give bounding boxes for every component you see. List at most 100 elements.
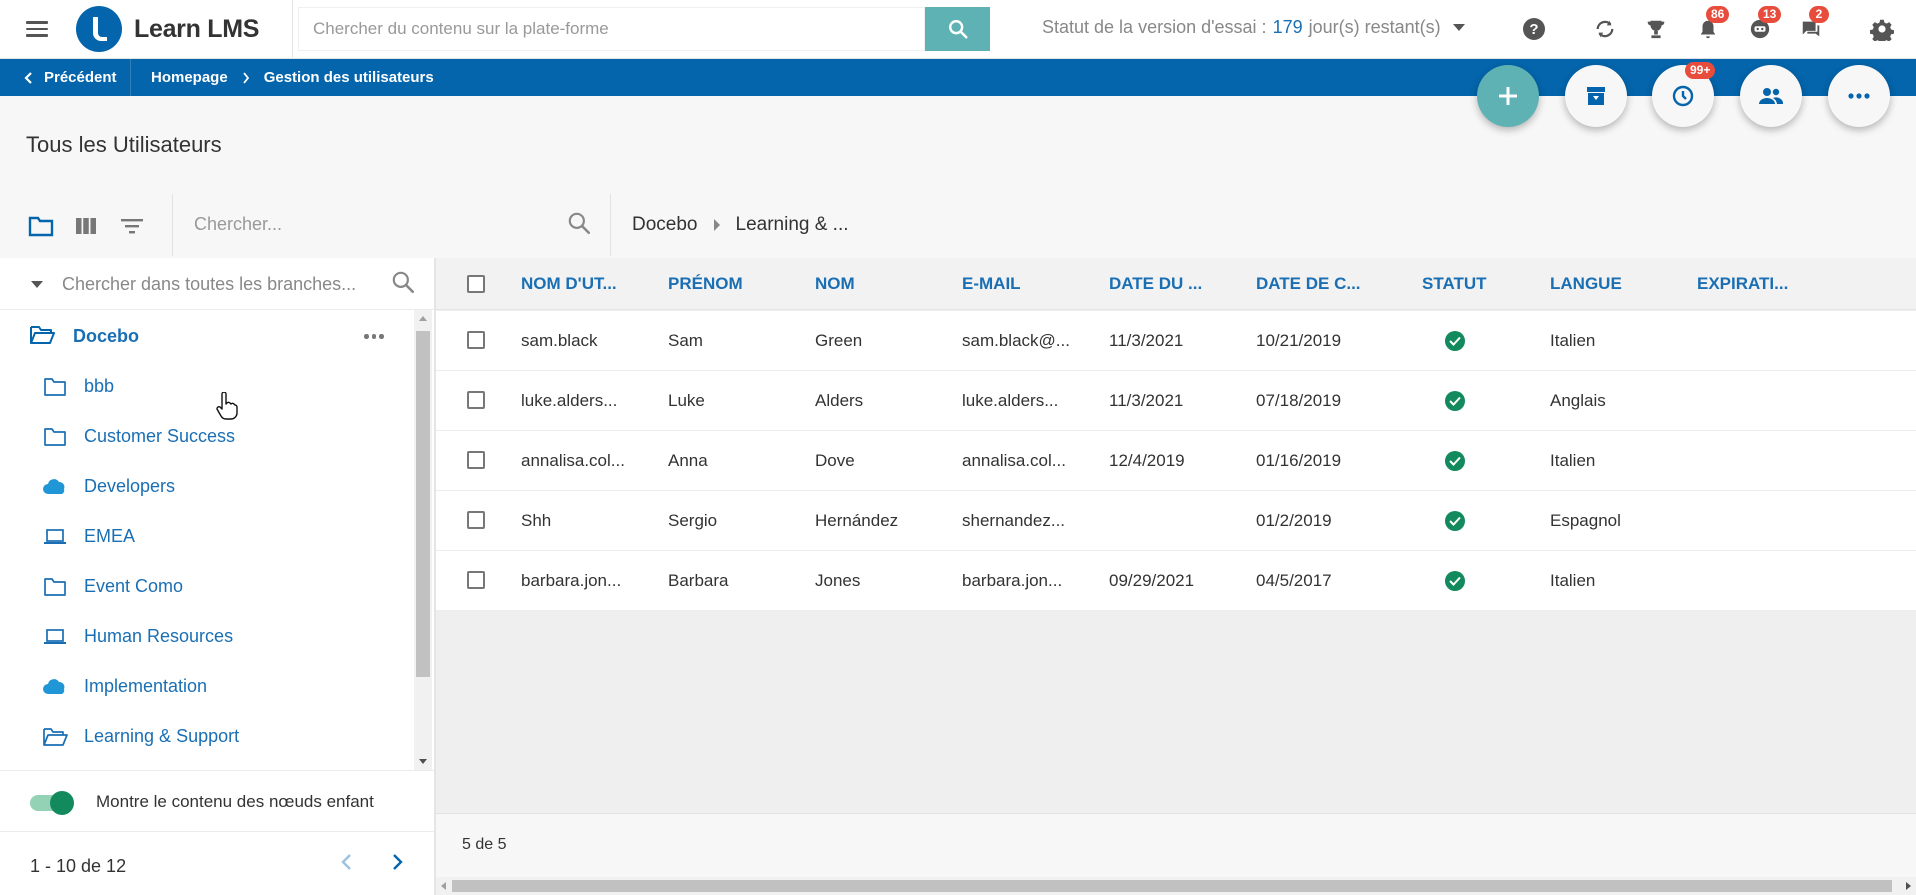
chevron-down-icon — [1452, 24, 1465, 31]
tree-branch[interactable]: Developers — [0, 462, 415, 512]
columns-icon[interactable] — [72, 212, 100, 240]
search-icon[interactable] — [390, 269, 416, 300]
column-header-username[interactable]: NOM D'UT... — [521, 274, 617, 294]
global-search-input[interactable]: Chercher du contenu sur la plate-forme — [298, 7, 925, 51]
add-button[interactable] — [1477, 65, 1539, 127]
table-row[interactable]: Shh Sergio Hernández shernandez... 01/2/2019… — [436, 491, 1916, 551]
gear-icon[interactable] — [1868, 15, 1896, 43]
more-options-icon[interactable] — [364, 334, 384, 339]
chat-badge: 2 — [1809, 6, 1829, 23]
logo[interactable]: Learn LMS — [76, 6, 259, 52]
global-search-button[interactable] — [925, 7, 990, 51]
archive-button[interactable] — [1565, 65, 1627, 127]
cell-first: Sam — [668, 331, 703, 350]
scroll-up-icon[interactable] — [419, 316, 427, 321]
show-child-nodes-toggle[interactable] — [30, 791, 74, 815]
divider — [610, 194, 611, 256]
table-row[interactable]: sam.black Sam Green sam.black@... 11/3/2021 1… — [436, 311, 1916, 371]
breadcrumb-bar: Précédent Homepage Gestion des utilisate… — [0, 59, 1916, 96]
select-all-checkbox[interactable] — [467, 275, 485, 293]
tree-branch[interactable]: Learning & Support — [0, 712, 415, 762]
folder-view-icon[interactable] — [27, 212, 55, 240]
users-search-input[interactable]: Chercher... — [194, 214, 282, 235]
cell-last: Dove — [815, 451, 855, 470]
cell-lang: Italien — [1550, 331, 1596, 350]
branch-path: Docebo Learning & ... — [632, 214, 849, 236]
tree-branch-label: Implementation — [84, 676, 208, 696]
cell-email: barbara.jon... — [962, 571, 1063, 590]
users-icon — [1759, 88, 1784, 104]
cell-lang: Espagnol — [1550, 511, 1621, 530]
more-actions-button[interactable] — [1828, 65, 1890, 127]
tree-branch[interactable]: Human Resources — [0, 612, 415, 662]
users-search-placeholder: Chercher... — [194, 214, 283, 234]
tree-branch-label: EMEA — [84, 526, 136, 546]
tree-branch[interactable]: bbb — [0, 362, 415, 412]
breadcrumb-current: Gestion des utilisateurs — [263, 69, 434, 86]
column-header-date2[interactable]: DATE DE C... — [1256, 274, 1361, 294]
status-active-icon — [1445, 451, 1465, 471]
scrollbar-thumb[interactable] — [452, 880, 1892, 892]
scrollbar-thumb[interactable] — [416, 331, 430, 677]
groups-button[interactable] — [1740, 65, 1802, 127]
tree-branch[interactable]: Customer Success — [0, 412, 415, 462]
trophy-icon[interactable] — [1642, 15, 1670, 43]
search-icon[interactable] — [566, 210, 592, 241]
table-row[interactable]: luke.alders... Luke Alders luke.alders... 11… — [436, 371, 1916, 431]
column-header-email[interactable]: E-MAIL — [962, 274, 1021, 294]
chevron-right-icon[interactable] — [386, 851, 408, 878]
chevron-left-icon[interactable] — [336, 851, 358, 878]
column-header-status[interactable]: STATUT — [1422, 274, 1487, 294]
table-scrollbar[interactable] — [436, 877, 1916, 895]
menu-icon[interactable] — [24, 18, 50, 40]
caret-right-icon — [713, 219, 720, 231]
collapse-caret-icon[interactable] — [31, 281, 43, 288]
column-header-date1[interactable]: DATE DU ... — [1109, 274, 1202, 294]
row-checkbox[interactable] — [467, 571, 485, 589]
filter-icon[interactable] — [118, 212, 146, 240]
column-header-first-name[interactable]: PRÉNOM — [668, 274, 743, 294]
row-checkbox[interactable] — [467, 391, 485, 409]
back-button[interactable]: Précédent — [0, 59, 131, 96]
folder-icon — [42, 575, 68, 599]
column-header-language[interactable]: LANGUE — [1550, 274, 1622, 294]
scroll-left-icon[interactable] — [441, 882, 446, 890]
assistant-icon[interactable]: 13 — [1746, 6, 1782, 43]
row-checkbox[interactable] — [467, 511, 485, 529]
column-header-last-name[interactable]: NOM — [815, 274, 855, 294]
row-checkbox[interactable] — [467, 451, 485, 469]
cell-username: luke.alders... — [521, 391, 618, 410]
branch-search-input[interactable]: Chercher dans toutes les branches... — [0, 258, 434, 310]
help-icon[interactable]: ? — [1520, 15, 1548, 43]
tree-root-label: Docebo — [73, 326, 140, 346]
tree-branch[interactable]: Event Como — [0, 562, 415, 612]
folder-open-icon — [42, 725, 68, 749]
column-header-expiration[interactable]: EXPIRATI... — [1697, 274, 1788, 294]
cell-first: Sergio — [668, 511, 718, 530]
chat-icon[interactable]: 2 — [1797, 6, 1829, 43]
scroll-right-icon[interactable] — [1906, 882, 1911, 890]
tree-branch[interactable]: Implementation — [0, 662, 415, 712]
notifications-bell-icon[interactable]: 86 — [1694, 6, 1730, 43]
tree-branch[interactable]: EMEA — [0, 512, 415, 562]
history-button[interactable]: 99+ — [1652, 62, 1716, 127]
toggle-knob — [50, 791, 74, 815]
cell-date2: 04/5/2017 — [1256, 571, 1332, 590]
tree-scrollbar[interactable] — [414, 310, 432, 770]
sync-icon[interactable] — [1591, 15, 1619, 43]
breadcrumb-homepage[interactable]: Homepage — [151, 69, 228, 86]
cell-last: Jones — [815, 571, 861, 590]
plus-icon — [1499, 87, 1517, 105]
cell-email: luke.alders... — [962, 391, 1059, 410]
path-root[interactable]: Docebo — [632, 214, 698, 236]
cell-last: Hernández — [815, 511, 899, 530]
folder-open-icon — [29, 324, 55, 351]
top-bar: Learn LMS Chercher du contenu sur la pla… — [0, 0, 1916, 59]
trial-status-dropdown[interactable]: Statut de la version d'essai : 179 jour(… — [1042, 17, 1465, 38]
table-row-count: 5 de 5 — [462, 836, 507, 853]
tree-root-docebo[interactable]: Docebo — [0, 310, 415, 362]
table-row[interactable]: annalisa.col... Anna Dove annalisa.col... 12… — [436, 431, 1916, 491]
row-checkbox[interactable] — [467, 331, 485, 349]
table-row[interactable]: barbara.jon... Barbara Jones barbara.jon...… — [436, 551, 1916, 611]
scroll-down-icon[interactable] — [419, 759, 427, 764]
